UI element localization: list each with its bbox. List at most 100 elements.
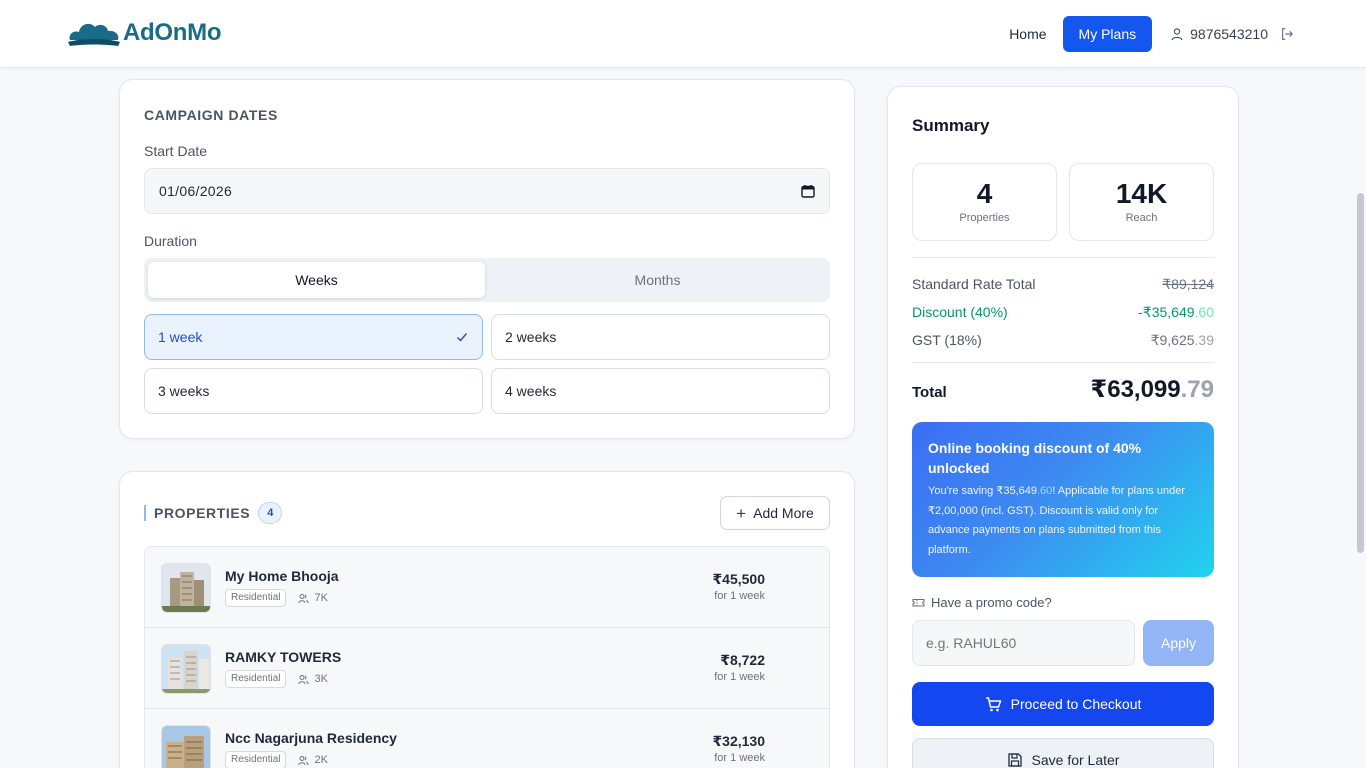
cart-icon bbox=[985, 696, 1001, 711]
gst-main: ₹9,625 bbox=[1150, 332, 1195, 348]
save-icon bbox=[1007, 753, 1022, 767]
properties-card: PROPERTIES 4 + Add More My Home Bhooja R… bbox=[119, 471, 855, 768]
users-icon bbox=[298, 593, 310, 603]
brand-name: AdOnMo bbox=[123, 19, 222, 46]
property-price-amount: ₹8,722 bbox=[720, 652, 765, 668]
property-name: My Home Bhooja bbox=[225, 568, 339, 584]
property-price: ₹8,722 for 1 week bbox=[714, 652, 765, 683]
add-more-label: Add More bbox=[753, 505, 814, 521]
discount-label: Discount (40%) bbox=[912, 304, 1008, 320]
property-type-tag: Residential bbox=[225, 670, 287, 688]
gst-label: GST (18%) bbox=[912, 332, 982, 348]
promo-code-prompt: Have a promo code? bbox=[912, 595, 1052, 610]
main-nav: Home My Plans 9876543210 bbox=[993, 16, 1300, 52]
save-for-later-button[interactable]: Save for Later bbox=[912, 738, 1214, 768]
users-icon bbox=[298, 755, 310, 765]
discount-banner: Online booking discount of 40% unlocked … bbox=[912, 422, 1214, 577]
option-label: 4 weeks bbox=[505, 383, 557, 399]
add-more-button[interactable]: + Add More bbox=[720, 496, 830, 530]
discount-banner-heading: Online booking discount of 40% unlocked bbox=[928, 440, 1142, 476]
discount-line: Discount (40%) -₹35,649.60 bbox=[912, 304, 1214, 321]
property-row[interactable]: Ncc Nagarjuna Residency Residential 2K ₹… bbox=[145, 709, 829, 768]
summary-card: Summary 4 Properties 14K Reach Standard … bbox=[887, 86, 1239, 768]
logout-icon[interactable] bbox=[1280, 27, 1294, 41]
property-type-tag: Residential bbox=[225, 589, 287, 607]
total-value: ₹63,099.79 bbox=[1091, 375, 1214, 404]
properties-count-badge: 4 bbox=[258, 502, 283, 524]
property-meta: Residential 7K bbox=[225, 589, 328, 607]
nav-home[interactable]: Home bbox=[993, 16, 1062, 52]
checkout-label: Proceed to Checkout bbox=[1010, 696, 1142, 712]
user-phone: 9876543210 bbox=[1190, 26, 1268, 42]
tab-months[interactable]: Months bbox=[489, 262, 826, 298]
property-thumbnail bbox=[161, 725, 211, 768]
campaign-dates-title: CAMPAIGN DATES bbox=[144, 107, 278, 123]
option-4-weeks[interactable]: 4 weeks bbox=[491, 368, 830, 414]
gst-line: GST (18%) ₹9,625.39 bbox=[912, 332, 1214, 349]
banner-text-cents: .60 bbox=[1037, 485, 1053, 497]
section-accent-bar bbox=[144, 505, 146, 521]
banner-text-part: You're saving ₹35,649 bbox=[928, 485, 1037, 497]
property-meta: Residential 2K bbox=[225, 751, 328, 768]
cloud-logo-icon bbox=[68, 23, 120, 46]
calendar-icon[interactable] bbox=[801, 184, 815, 198]
gst-cents: .39 bbox=[1194, 332, 1214, 348]
start-date-value: 01/06/2026 bbox=[159, 183, 233, 199]
property-row[interactable]: My Home Bhooja Residential 7K ₹45,500 fo… bbox=[145, 547, 829, 628]
user-account[interactable]: 9876543210 bbox=[1170, 26, 1300, 42]
total-label: Total bbox=[912, 384, 947, 401]
users-icon bbox=[298, 674, 310, 684]
option-label: 2 weeks bbox=[505, 329, 557, 345]
properties-stat-value: 4 bbox=[976, 178, 993, 209]
properties-title: PROPERTIES bbox=[154, 505, 251, 521]
top-header: AdOnMo Home My Plans 9876543210 bbox=[0, 0, 1366, 68]
brand-logo[interactable]: AdOnMo bbox=[66, 16, 221, 50]
option-1-week[interactable]: 1 week bbox=[144, 314, 483, 360]
start-date-input[interactable]: 01/06/2026 bbox=[144, 168, 830, 214]
standard-rate-label: Standard Rate Total bbox=[912, 276, 1036, 292]
divider bbox=[912, 257, 1214, 258]
property-reach-value: 7K bbox=[314, 592, 328, 604]
property-price-period: for 1 week bbox=[714, 590, 765, 602]
tab-weeks[interactable]: Weeks bbox=[148, 262, 485, 298]
option-label: 1 week bbox=[158, 329, 203, 345]
property-row[interactable]: RAMKY TOWERS Residential 3K ₹8,722 for 1… bbox=[145, 628, 829, 709]
properties-stat-label: Properties bbox=[959, 212, 1010, 224]
property-type-tag: Residential bbox=[225, 751, 287, 768]
total-main: ₹63,099 bbox=[1090, 376, 1181, 403]
reach-stat: 14K Reach bbox=[1069, 163, 1214, 241]
total-line: Total ₹63,099.79 bbox=[912, 375, 1214, 404]
apply-button[interactable]: Apply bbox=[1143, 620, 1214, 666]
duration-label: Duration bbox=[144, 233, 197, 249]
property-price: ₹45,500 for 1 week bbox=[712, 571, 765, 602]
discount-main: -₹35,649 bbox=[1138, 304, 1195, 320]
property-reach-value: 2K bbox=[314, 754, 328, 766]
property-price-amount: ₹45,500 bbox=[712, 571, 765, 587]
option-label: 3 weeks bbox=[158, 383, 210, 399]
page-scrollbar[interactable] bbox=[1357, 193, 1364, 553]
check-icon bbox=[457, 333, 468, 342]
plus-icon: + bbox=[736, 503, 747, 523]
property-name: Ncc Nagarjuna Residency bbox=[225, 730, 397, 746]
property-name: RAMKY TOWERS bbox=[225, 649, 342, 665]
option-2-weeks[interactable]: 2 weeks bbox=[491, 314, 830, 360]
property-meta: Residential 3K bbox=[225, 670, 328, 688]
properties-stat: 4 Properties bbox=[912, 163, 1057, 241]
nav-my-plans[interactable]: My Plans bbox=[1062, 16, 1153, 52]
option-3-weeks[interactable]: 3 weeks bbox=[144, 368, 483, 414]
checkout-button[interactable]: Proceed to Checkout bbox=[912, 682, 1214, 726]
total-cents: .79 bbox=[1180, 376, 1214, 403]
property-reach: 7K bbox=[298, 592, 328, 604]
save-for-later-label: Save for Later bbox=[1031, 752, 1120, 768]
discount-banner-text: You're saving ₹35,649.60! Applicable for… bbox=[928, 482, 1198, 560]
standard-rate-line: Standard Rate Total ₹89,124 bbox=[912, 276, 1214, 293]
ticket-icon bbox=[912, 598, 925, 607]
property-thumbnail bbox=[161, 563, 211, 613]
property-thumbnail bbox=[161, 644, 211, 694]
property-list: My Home Bhooja Residential 7K ₹45,500 fo… bbox=[144, 546, 830, 768]
property-reach: 3K bbox=[298, 673, 328, 685]
start-date-label: Start Date bbox=[144, 143, 208, 159]
properties-header: PROPERTIES 4 bbox=[144, 498, 283, 528]
promo-code-input[interactable] bbox=[912, 620, 1135, 666]
property-price-period: for 1 week bbox=[714, 671, 765, 683]
